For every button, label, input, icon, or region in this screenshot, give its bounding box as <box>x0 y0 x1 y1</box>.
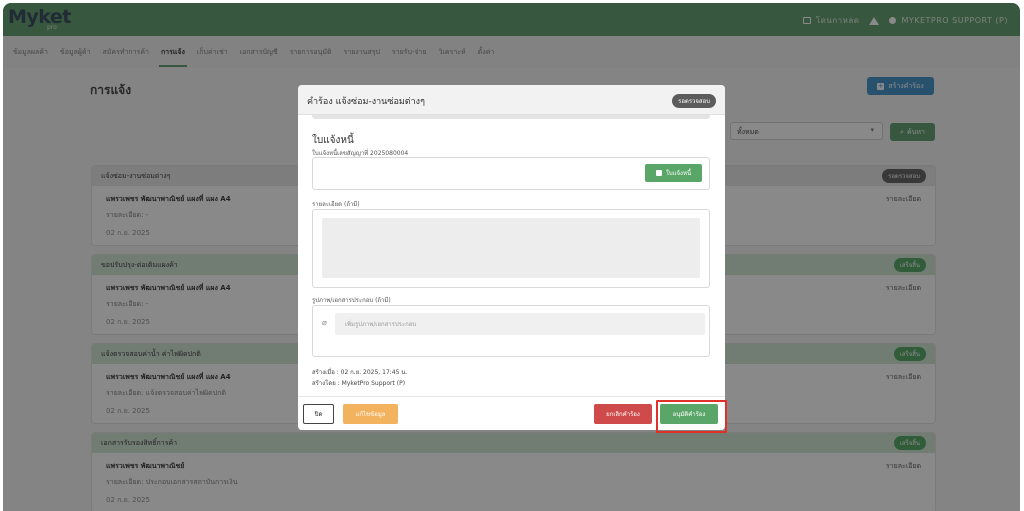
detail-box <box>312 209 710 288</box>
detail-textarea[interactable] <box>322 218 700 278</box>
created-by: สร้างโดย : MyketPro Support (P) <box>312 380 406 387</box>
detail-label: รายละเอียด (ถ้ามี) <box>312 201 360 208</box>
invoice-button[interactable]: ใบแจ้งหนี้ <box>645 164 702 182</box>
attachment-placeholder: เพิ่มรูปภาพ/เอกสารประกอบ <box>345 321 417 328</box>
attachment-box: ⌀ เพิ่มรูปภาพ/เอกสารประกอบ <box>312 305 710 357</box>
attachment-label: รูปภาพ/เอกสารประกอบ (ถ้ามี) <box>312 297 391 304</box>
scroll-edge <box>312 115 710 119</box>
paperclip-icon: ⌀ <box>322 318 327 327</box>
status-badge: รอตรวจสอบ <box>672 94 716 108</box>
add-attachment-input[interactable]: เพิ่มรูปภาพ/เอกสารประกอบ <box>335 313 705 335</box>
modal-header: คำร้อง แจ้งซ่อม-งานซ่อมต่างๆ รอตรวจสอบ <box>298 85 725 115</box>
invoice-section-title: ใบแจ้งหนี้ <box>312 135 354 146</box>
edit-button[interactable]: แก้ไขข้อมูล <box>343 404 398 424</box>
created-at: สร้างเมื่อ : 02 ก.ย. 2025, 17:45 น. <box>312 369 408 376</box>
plus-icon <box>655 170 662 176</box>
invoice-button-label: ใบแจ้งหนี้ <box>665 170 692 177</box>
request-modal: คำร้อง แจ้งซ่อม-งานซ่อมต่างๆ รอตรวจสอบ ใ… <box>298 85 725 430</box>
screen: Myket pro โดนกาหลด MYKETPRO SUPPORT (P) … <box>0 0 1024 511</box>
modal-title: คำร้อง แจ้งซ่อม-งานซ่อมต่างๆ <box>307 97 425 107</box>
close-button[interactable]: ปิด <box>303 404 334 424</box>
highlight-box <box>656 400 727 433</box>
cancel-request-button[interactable]: ยกเลิกคำร้อง <box>594 404 652 424</box>
invoice-box: ใบแจ้งหนี้ <box>312 157 710 190</box>
